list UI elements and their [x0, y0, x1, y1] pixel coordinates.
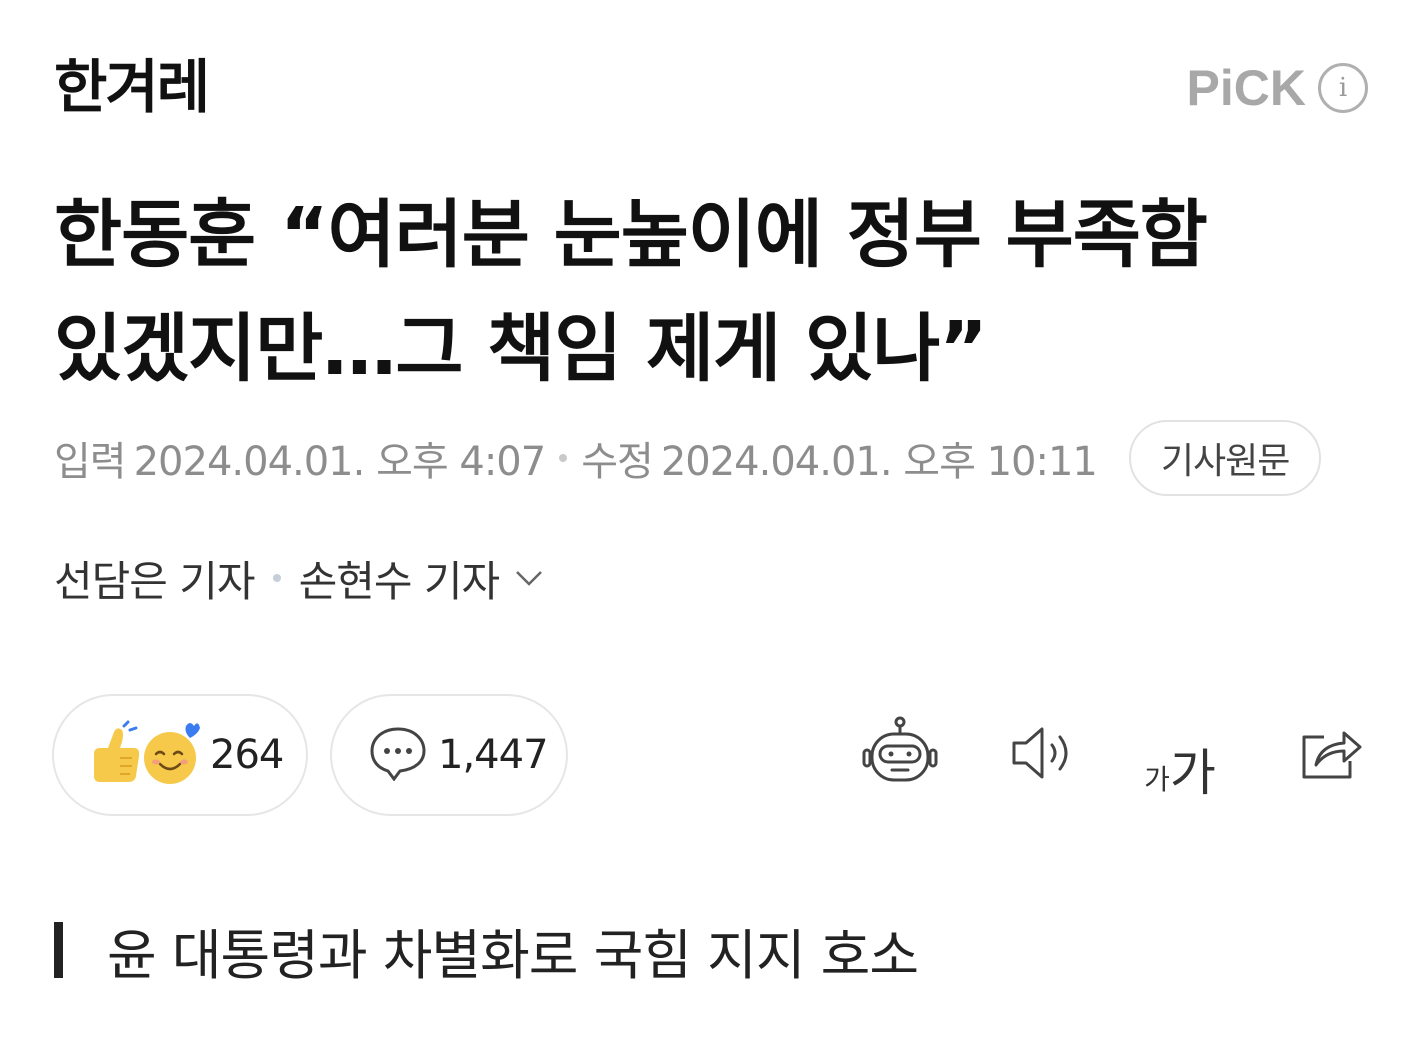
reporter-separator	[272, 574, 281, 582]
font-size-button[interactable]: 가 가	[1140, 712, 1220, 798]
article-title-line-2: 있겠지만…그 책임 제게 있나”	[54, 306, 988, 392]
article-title: 한동훈 “여러분 눈높이에 정부 부족함 있겠지만…그 책임 제게 있나”	[54, 178, 1374, 406]
share-button[interactable]	[1290, 712, 1370, 798]
article-title-line-1: 한동훈 “여러분 눈높이에 정부 부족함	[54, 192, 1208, 278]
reaction-count: 264	[210, 732, 284, 778]
summary-bot-button[interactable]	[860, 712, 940, 798]
font-size-small-label: 가	[1144, 763, 1170, 796]
pick-label: PiCK	[1186, 60, 1306, 116]
press-logo[interactable]: 한겨레	[54, 52, 210, 122]
chevron-down-icon[interactable]	[515, 569, 543, 587]
comment-count: 1,447	[438, 732, 549, 778]
summary-bot-icon	[860, 716, 940, 794]
reporter-name[interactable]: 선담은 기자	[54, 548, 256, 609]
subheading-bar	[54, 922, 63, 978]
modified-label: 수정	[581, 439, 654, 485]
listen-button[interactable]	[1004, 712, 1084, 798]
reaction-button[interactable]: 264	[52, 694, 308, 816]
input-datetime: 2024.04.01. 오후 4:07	[133, 439, 547, 485]
share-icon	[1294, 723, 1366, 787]
pick-badge[interactable]: PiCK i	[1187, 60, 1368, 116]
subheading-text: 윤 대통령과 차별화로 국힘 지지 호소	[107, 923, 919, 987]
original-article-button[interactable]: 기사원문	[1128, 420, 1322, 496]
comment-button[interactable]: 1,447	[330, 694, 568, 816]
font-size-big-label: 가	[1169, 744, 1216, 802]
modified-datetime: 2024.04.01. 오후 10:11	[660, 439, 1098, 485]
input-label: 입력	[54, 439, 127, 485]
article-subheading: 윤 대통령과 차별화로 국힘 지지 호소	[54, 914, 919, 987]
article-header: 한겨레 PiCK i	[0, 0, 1418, 150]
reporter-name[interactable]: 손현수 기자	[299, 548, 501, 609]
article-dateline: 입력 2024.04.01. 오후 4:07 수정 2024.04.01. 오후…	[54, 420, 1322, 496]
info-icon[interactable]: i	[1318, 63, 1368, 113]
speaker-icon	[1008, 723, 1080, 787]
reaction-thumbs-icon	[90, 718, 200, 792]
comment-bubble-icon	[368, 725, 428, 785]
reporter-list[interactable]: 선담은 기자 손현수 기자	[54, 548, 543, 608]
dateline-separator	[559, 454, 568, 462]
